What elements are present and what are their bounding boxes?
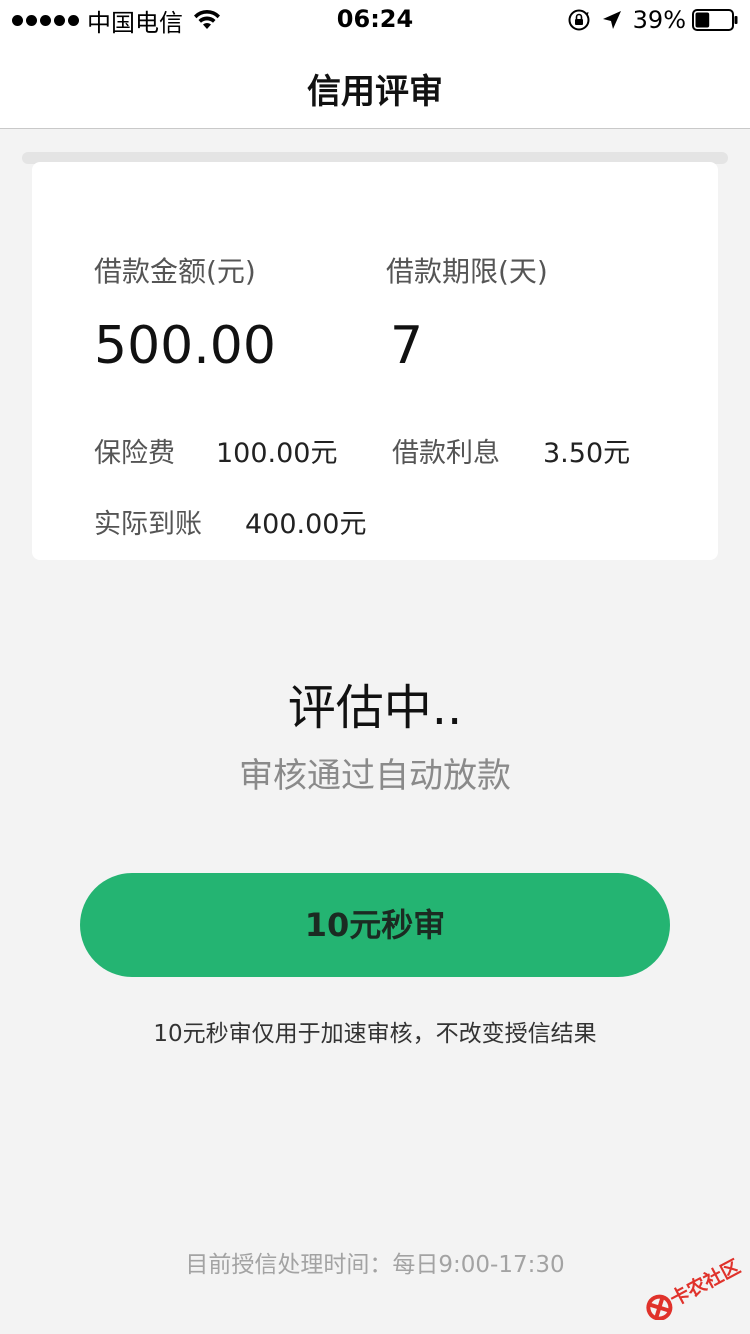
insurance-fee-value: 100.00元: [216, 438, 338, 469]
status-bar-right: 39%: [567, 6, 738, 34]
loan-term-value: 7: [390, 316, 424, 376]
interest-value: 3.50元: [543, 438, 631, 469]
battery-icon: [692, 9, 738, 31]
loan-summary-card: 借款金额(元) 500.00 借款期限(天) 7 保险费 100.00元 借款利…: [32, 162, 718, 560]
rotation-lock-icon: [568, 9, 590, 31]
navigation-bar: 信用评审: [0, 40, 750, 129]
actual-received-value: 400.00元: [245, 509, 367, 540]
actual-received-label: 实际到账: [94, 509, 202, 540]
loan-amount-value: 500.00: [94, 316, 276, 376]
interest-label: 借款利息: [392, 438, 500, 469]
watermark-logo: 卡农社区: [646, 1255, 742, 1320]
fast-review-button[interactable]: 10元秒审: [80, 873, 670, 977]
evaluation-status: 评估中..: [287, 680, 463, 736]
fast-review-note: 10元秒审仅用于加速审核，不改变授信结果: [153, 1021, 597, 1047]
status-bar: 中国电信 06:24 39%: [0, 0, 750, 40]
insurance-fee-label: 保险费: [94, 438, 175, 469]
loan-amount-label: 借款金额(元): [94, 255, 256, 288]
evaluation-subtitle: 审核通过自动放款: [239, 756, 511, 796]
battery-percentage: 39%: [632, 6, 686, 34]
page-title: 信用评审: [307, 72, 443, 112]
location-arrow-icon: [602, 11, 621, 29]
loan-term-label: 借款期限(天): [386, 255, 548, 288]
watermark-text: 卡农社区: [666, 1255, 742, 1311]
